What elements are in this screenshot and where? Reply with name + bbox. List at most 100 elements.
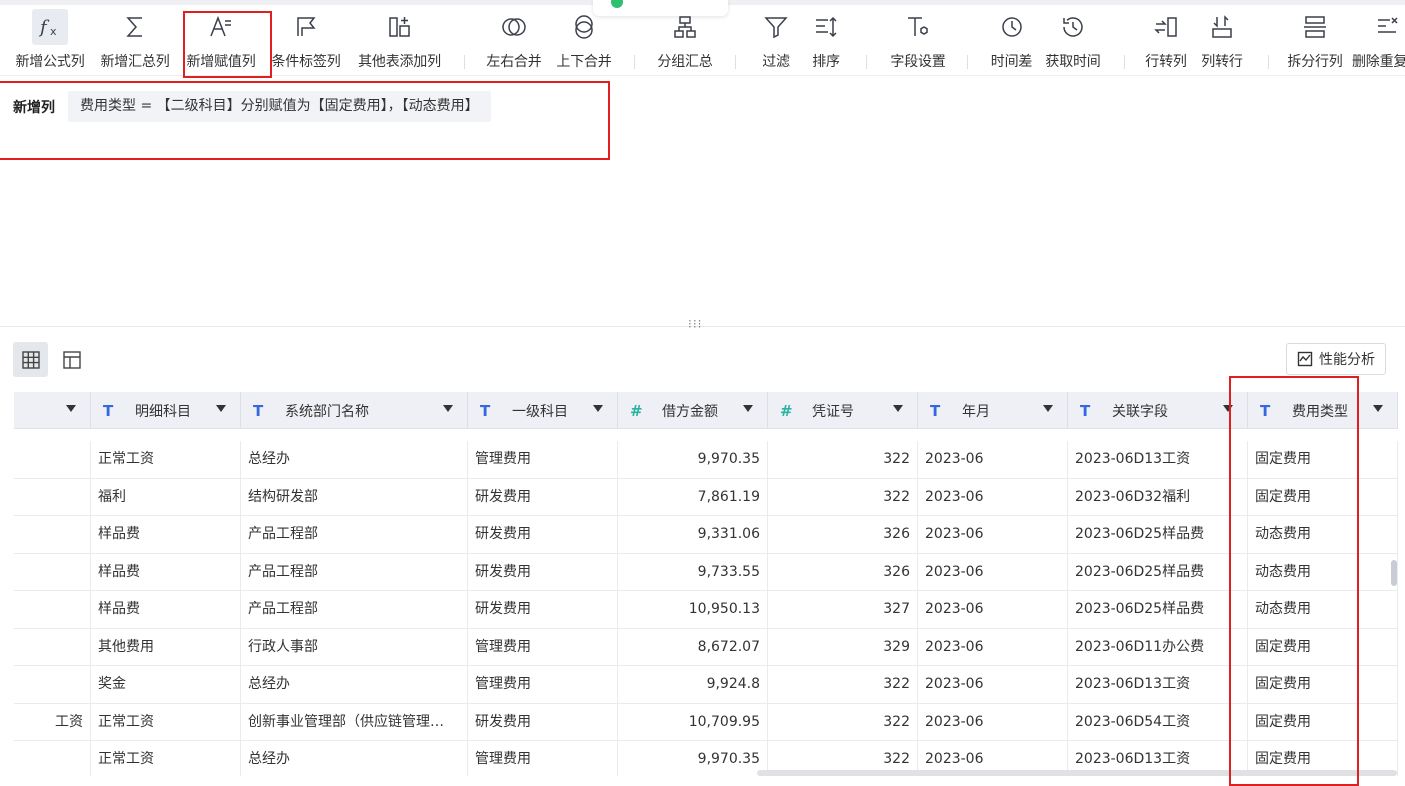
table-cell[interactable]: 322 bbox=[768, 441, 918, 479]
table-row[interactable]: 奖金 总经办 管理费用 9,924.8 322 2023-06 2023-06D13工资 固定… bbox=[14, 666, 1398, 704]
table-cell[interactable]: 2023-06 bbox=[918, 703, 1068, 741]
sort-button[interactable]: 排序 bbox=[801, 5, 851, 75]
table-row[interactable]: 正常工资 总经办 管理费用 9,970.35 322 2023-06 2023-06D13工… bbox=[14, 441, 1398, 479]
table-cell[interactable]: 产品工程部 bbox=[241, 516, 468, 554]
grid-view-button[interactable] bbox=[13, 342, 48, 377]
vertical-scrollbar[interactable] bbox=[1391, 560, 1397, 586]
table-cell[interactable]: 奖金 bbox=[91, 666, 241, 704]
table-cell[interactable]: 样品费 bbox=[91, 553, 241, 591]
add-assign-column-button[interactable]: 新增赋值列 bbox=[181, 5, 261, 75]
table-cell[interactable]: 样品费 bbox=[91, 591, 241, 629]
column-menu-caret-icon[interactable] bbox=[443, 405, 453, 412]
merge-vertical-button[interactable]: 上下合并 bbox=[549, 5, 619, 75]
table-cell[interactable]: 2023-06D25样品费 bbox=[1068, 553, 1248, 591]
column-header[interactable]: T 费用类型 bbox=[1248, 392, 1398, 429]
table-cell[interactable]: 2023-06D54工资 bbox=[1068, 703, 1248, 741]
add-column-from-other-table-button[interactable]: 其他表添加列 bbox=[352, 5, 447, 75]
table-cell[interactable]: 固定费用 bbox=[1248, 666, 1398, 704]
table-cell[interactable]: 2023-06D11办公费 bbox=[1068, 628, 1248, 666]
table-cell[interactable]: 2023-06 bbox=[918, 553, 1068, 591]
formula-expression[interactable]: 费用类型 = 【二级科目】分别赋值为【固定费用】，【动态费用】 bbox=[68, 91, 491, 122]
column-header[interactable]: # 凭证号 bbox=[768, 392, 918, 429]
table-cell[interactable]: 329 bbox=[768, 628, 918, 666]
table-cell[interactable]: 2023-06 bbox=[918, 478, 1068, 516]
table-cell[interactable]: 326 bbox=[768, 553, 918, 591]
filter-button[interactable]: 过滤 bbox=[751, 5, 801, 75]
table-cell[interactable]: 固定费用 bbox=[1248, 703, 1398, 741]
table-cell[interactable]: 2023-06D25样品费 bbox=[1068, 516, 1248, 554]
table-cell[interactable]: 2023-06D13工资 bbox=[1068, 666, 1248, 704]
table-row[interactable]: 福利 结构研发部 研发费用 7,861.19 322 2023-06 2023-06D32福… bbox=[14, 478, 1398, 516]
table-cell[interactable]: 管理费用 bbox=[468, 441, 618, 479]
table-cell[interactable] bbox=[14, 741, 91, 776]
performance-analysis-button[interactable]: 性能分析 bbox=[1286, 343, 1386, 375]
table-cell[interactable] bbox=[14, 666, 91, 704]
table-cell[interactable]: 研发费用 bbox=[468, 478, 618, 516]
layout-view-button[interactable] bbox=[54, 342, 89, 377]
table-cell[interactable]: 动态费用 bbox=[1248, 553, 1398, 591]
table-cell[interactable] bbox=[14, 516, 91, 554]
table-cell[interactable]: 9,970.35 bbox=[618, 741, 768, 776]
table-cell[interactable]: 创新事业管理部（供应链管理… bbox=[241, 703, 468, 741]
column-menu-caret-icon[interactable] bbox=[66, 405, 76, 412]
split-rows-columns-button[interactable]: 拆分行列 bbox=[1283, 5, 1347, 75]
table-cell[interactable]: 动态费用 bbox=[1248, 516, 1398, 554]
table-cell[interactable]: 研发费用 bbox=[468, 553, 618, 591]
table-cell[interactable]: 行政人事部 bbox=[241, 628, 468, 666]
column-menu-caret-icon[interactable] bbox=[1223, 405, 1233, 412]
column-menu-caret-icon[interactable] bbox=[743, 405, 753, 412]
table-cell[interactable]: 327 bbox=[768, 591, 918, 629]
group-summary-button[interactable]: 分组汇总 bbox=[650, 5, 720, 75]
table-cell[interactable]: 研发费用 bbox=[468, 516, 618, 554]
row-to-column-button[interactable]: 行转列 bbox=[1140, 5, 1192, 75]
table-row[interactable]: 样品费 产品工程部 研发费用 9,733.55 326 2023-06 2023-06D25… bbox=[14, 553, 1398, 591]
horizontal-scrollbar[interactable] bbox=[757, 770, 1397, 776]
table-cell[interactable]: 动态费用 bbox=[1248, 591, 1398, 629]
table-cell[interactable]: 管理费用 bbox=[468, 666, 618, 704]
table-cell[interactable]: 固定费用 bbox=[1248, 441, 1398, 479]
table-cell[interactable]: 322 bbox=[768, 703, 918, 741]
table-cell[interactable]: 研发费用 bbox=[468, 703, 618, 741]
remove-duplicates-button[interactable]: 删除重复 bbox=[1352, 5, 1405, 75]
table-row[interactable]: 样品费 产品工程部 研发费用 9,331.06 326 2023-06 2023-06D25… bbox=[14, 516, 1398, 554]
time-diff-button[interactable]: 时间差 bbox=[984, 5, 1039, 75]
table-cell[interactable]: 产品工程部 bbox=[241, 553, 468, 591]
add-summary-column-button[interactable]: 新增汇总列 bbox=[95, 5, 175, 75]
table-cell[interactable]: 10,709.95 bbox=[618, 703, 768, 741]
column-to-row-button[interactable]: 列转行 bbox=[1194, 5, 1250, 75]
column-menu-caret-icon[interactable] bbox=[893, 405, 903, 412]
table-cell[interactable]: 管理费用 bbox=[468, 741, 618, 776]
column-header[interactable]: # 借方金额 bbox=[618, 392, 768, 429]
table-cell[interactable]: 2023-06 bbox=[918, 666, 1068, 704]
table-cell[interactable]: 其他费用 bbox=[91, 628, 241, 666]
column-menu-caret-icon[interactable] bbox=[1373, 405, 1383, 412]
column-header[interactable]: T 系统部门名称 bbox=[241, 392, 468, 429]
table-row[interactable]: 工资 正常工资 创新事业管理部（供应链管理… 研发费用 10,709.95 322 2023… bbox=[14, 703, 1398, 741]
table-cell[interactable]: 固定费用 bbox=[1248, 478, 1398, 516]
table-cell[interactable]: 总经办 bbox=[241, 666, 468, 704]
add-formula-column-button[interactable]: fx 新增公式列 bbox=[10, 5, 90, 75]
table-cell[interactable]: 2023-06D13工资 bbox=[1068, 441, 1248, 479]
column-menu-caret-icon[interactable] bbox=[593, 405, 603, 412]
column-header[interactable]: T 年月 bbox=[918, 392, 1068, 429]
column-header[interactable]: T 明细科目 bbox=[91, 392, 241, 429]
table-cell[interactable]: 产品工程部 bbox=[241, 591, 468, 629]
table-cell[interactable]: 正常工资 bbox=[91, 441, 241, 479]
table-cell[interactable]: 2023-06 bbox=[918, 516, 1068, 554]
table-cell[interactable]: 总经办 bbox=[241, 441, 468, 479]
table-cell[interactable]: 2023-06D25样品费 bbox=[1068, 591, 1248, 629]
column-header[interactable]: T 一级科目 bbox=[468, 392, 618, 429]
table-cell[interactable] bbox=[14, 478, 91, 516]
table-cell[interactable]: 2023-06 bbox=[918, 591, 1068, 629]
table-cell[interactable]: 正常工资 bbox=[91, 703, 241, 741]
table-cell[interactable] bbox=[14, 591, 91, 629]
table-cell[interactable]: 正常工资 bbox=[91, 741, 241, 776]
table-cell[interactable]: 9,331.06 bbox=[618, 516, 768, 554]
table-cell[interactable]: 总经办 bbox=[241, 741, 468, 776]
table-cell[interactable]: 2023-06 bbox=[918, 628, 1068, 666]
column-header[interactable]: T 关联字段 bbox=[1068, 392, 1248, 429]
table-cell[interactable]: 7,861.19 bbox=[618, 478, 768, 516]
table-cell[interactable]: 9,970.35 bbox=[618, 441, 768, 479]
merge-horizontal-button[interactable]: 左右合并 bbox=[479, 5, 549, 75]
table-cell[interactable] bbox=[14, 441, 91, 479]
